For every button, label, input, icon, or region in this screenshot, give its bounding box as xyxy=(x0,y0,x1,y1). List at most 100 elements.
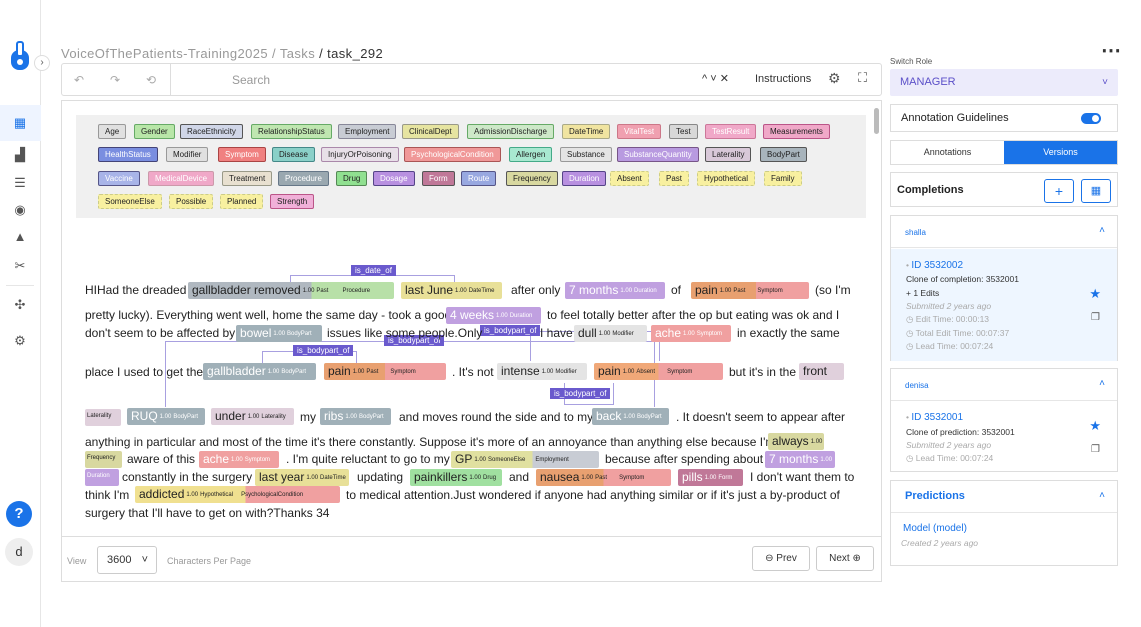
star-icon[interactable]: ★ xyxy=(1089,286,1101,302)
card-header[interactable]: shalla ˄ xyxy=(891,216,1117,248)
label-chip[interactable]: Drug xyxy=(336,171,368,186)
entity[interactable]: bowel 1.00 BodyPart xyxy=(236,325,322,342)
entity[interactable]: 7 months 1.00 Duration xyxy=(565,282,665,299)
label-chip[interactable]: Frequency xyxy=(506,171,558,186)
copy-icon[interactable]: ❐ xyxy=(1091,444,1100,455)
label-chip[interactable]: Age xyxy=(98,124,127,139)
fullscreen-icon[interactable]: ⛶ xyxy=(858,70,867,86)
label-chip[interactable]: Employment xyxy=(338,124,397,139)
label-chip[interactable]: Modifier xyxy=(166,147,209,162)
entity[interactable]: intense 1.00 Modifier xyxy=(497,363,587,380)
entity[interactable]: Duration xyxy=(85,469,119,486)
label-chip[interactable]: SubstanceQuantity xyxy=(617,147,699,162)
search-nav[interactable]: ^ ˅ ✕ xyxy=(702,72,729,85)
grid-view-button[interactable]: ▦ xyxy=(1081,179,1111,203)
label-chip[interactable]: Vaccine xyxy=(98,171,140,186)
relation-label[interactable]: is_date_of xyxy=(351,265,396,276)
label-chip[interactable]: SomeoneElse xyxy=(98,194,162,209)
entity[interactable]: always 1.00 xyxy=(768,433,824,450)
instructions-button[interactable]: Instructions xyxy=(755,73,811,85)
entity[interactable]: ache 1.00 Symptom xyxy=(651,325,731,342)
label-chip[interactable]: Hypothetical xyxy=(697,171,756,186)
card-header[interactable]: denisa ˄ xyxy=(891,369,1117,401)
more-menu-icon[interactable]: ⋯ xyxy=(1101,38,1122,63)
entity[interactable]: front xyxy=(799,363,844,380)
label-chip[interactable]: TestResult xyxy=(705,124,757,139)
chevron-up-icon[interactable]: ˄ xyxy=(1099,378,1105,389)
star-icon[interactable]: ★ xyxy=(1089,418,1101,434)
label-chip[interactable]: Route xyxy=(461,171,497,186)
entity[interactable]: pain 1.00 Past Symptom xyxy=(691,282,809,299)
prev-button[interactable]: ⊖ Prev xyxy=(752,546,810,571)
entity[interactable]: nausea 1.00 Past Symptom xyxy=(536,469,671,486)
settings-icon[interactable]: ⚙ xyxy=(11,332,29,350)
label-chip[interactable]: Form xyxy=(422,171,455,186)
entity[interactable]: pills 1.00 Form xyxy=(678,469,743,486)
label-chip[interactable]: Family xyxy=(764,171,802,186)
label-chip[interactable]: Past xyxy=(659,171,690,186)
label-chip[interactable]: VitalTest xyxy=(617,124,662,139)
analytics-icon[interactable]: ▟ xyxy=(11,146,29,164)
entity[interactable]: under 1.00 Laterality xyxy=(211,408,294,425)
tab-versions[interactable]: Versions xyxy=(1004,141,1117,164)
reset-icon[interactable]: ⟲ xyxy=(138,68,164,92)
completion-card[interactable]: shalla ˄ • ID 3532002 Clone of completion… xyxy=(890,215,1118,361)
entity[interactable]: RUQ 1.00 BodyPart xyxy=(127,408,205,425)
label-chip[interactable]: Absent xyxy=(610,171,649,186)
entity[interactable]: last June 1.00 DateTime xyxy=(401,282,502,299)
breadcrumb-tasks[interactable]: Tasks xyxy=(280,46,315,61)
label-chip[interactable]: Gender xyxy=(134,124,175,139)
models-icon[interactable]: ◉ xyxy=(11,201,29,219)
copy-icon[interactable]: ❐ xyxy=(1091,312,1100,323)
tools-icon[interactable]: ✂ xyxy=(11,257,29,275)
lab-icon[interactable]: ▲ xyxy=(11,228,29,246)
entity[interactable]: last year 1.00 DateTime xyxy=(255,469,349,486)
add-completion-button[interactable]: + xyxy=(1044,179,1074,203)
label-chip[interactable]: RelationshipStatus xyxy=(251,124,332,139)
entity[interactable]: back 1.00 BodyPart xyxy=(592,408,669,425)
breadcrumb-project[interactable]: VoiceOfThePatients-Training2025 xyxy=(61,46,268,61)
label-chip[interactable]: Disease xyxy=(272,147,315,162)
label-chip[interactable]: Symptom xyxy=(218,147,266,162)
undo-icon[interactable]: ↶ xyxy=(66,68,92,92)
label-chip[interactable]: Laterality xyxy=(705,147,752,162)
entity[interactable]: pain 1.00 Past Symptom xyxy=(324,363,446,380)
integrations-icon[interactable]: ✣ xyxy=(11,296,29,314)
label-chip[interactable]: RaceEthnicity xyxy=(180,124,243,139)
label-chip[interactable]: Allergen xyxy=(509,147,553,162)
entity[interactable]: dull 1.00 Modifier xyxy=(574,325,647,342)
relation-label[interactable]: is_bodypart_of xyxy=(293,345,354,356)
label-chip[interactable]: ClinicalDept xyxy=(402,124,459,139)
next-button[interactable]: Next ⊕ xyxy=(816,546,874,571)
entity[interactable]: gallbladder 1.00 BodyPart xyxy=(203,363,316,380)
label-chip[interactable]: Possible xyxy=(169,194,214,209)
per-page-select[interactable]: 3600 ˅ xyxy=(97,546,157,574)
label-chip[interactable]: HealthStatus xyxy=(98,147,158,162)
relation-label[interactable]: is_bodypart_of xyxy=(480,325,541,336)
guidelines-toggle[interactable] xyxy=(1081,113,1101,124)
label-chip[interactable]: Planned xyxy=(220,194,264,209)
completion-card[interactable]: denisa ˄ • ID 3532001 Clone of prediction… xyxy=(890,368,1118,472)
collapse-sidebar-button[interactable]: › xyxy=(34,55,50,71)
label-chip[interactable]: AdmissionDischarge xyxy=(467,124,554,139)
completion-id[interactable]: • ID 3532002 xyxy=(906,260,963,271)
chevron-up-icon[interactable]: ˄ xyxy=(1099,225,1105,236)
entity[interactable]: 4 weeks 1.00 Duration xyxy=(446,307,541,324)
label-chip[interactable]: Measurements xyxy=(763,124,830,139)
entity[interactable]: gallbladder removed 1.00 Past Procedure xyxy=(188,282,394,299)
label-chip[interactable]: Treatment xyxy=(222,171,273,186)
entity[interactable]: pain 1.00 Absent Symptom xyxy=(594,363,723,380)
label-chip[interactable]: MedicalDevice xyxy=(148,171,215,186)
label-chip[interactable]: PsychologicalCondition xyxy=(404,147,501,162)
entity[interactable]: painkillers 1.00 Drug xyxy=(410,469,502,486)
predictions-header[interactable]: Predictions ˄ xyxy=(891,481,1117,513)
entity[interactable]: addicted 1.00 Hypothetical PsychologicalCon… xyxy=(135,486,340,503)
redo-icon[interactable]: ↷ xyxy=(102,68,128,92)
chevron-up-icon[interactable]: ˄ xyxy=(1099,490,1105,501)
search-input[interactable] xyxy=(232,70,752,90)
entity[interactable]: Laterality xyxy=(85,409,121,426)
label-chip[interactable]: DateTime xyxy=(562,124,611,139)
label-chip[interactable]: Strength xyxy=(270,194,315,209)
role-select[interactable]: MANAGER ˅ xyxy=(890,69,1118,96)
user-avatar[interactable]: d xyxy=(5,538,33,566)
